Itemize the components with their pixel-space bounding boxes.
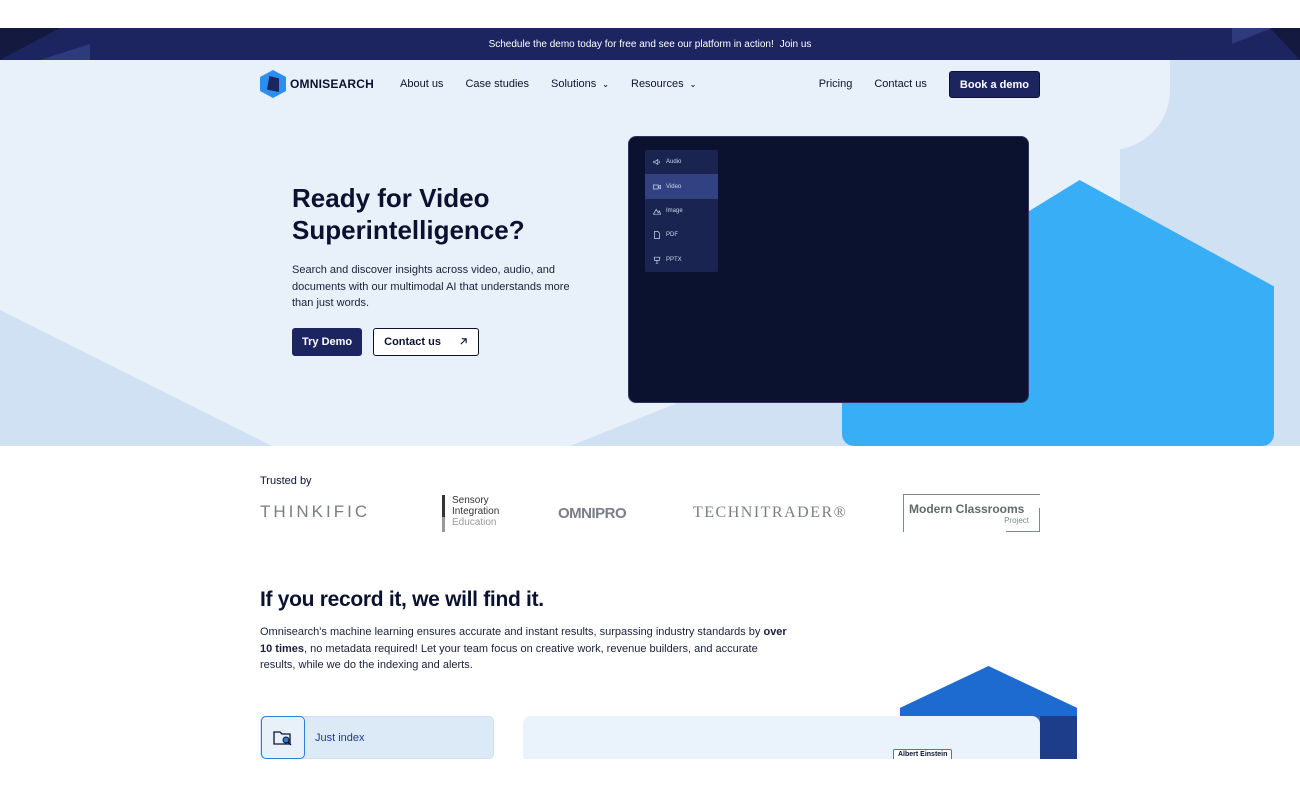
image-icon xyxy=(653,207,661,215)
sensory-integration-logo: Sensory Integration Education xyxy=(442,495,499,532)
section-body: Omnisearch's machine learning ensures ac… xyxy=(260,626,787,671)
chevron-down-icon: ⌄ xyxy=(602,79,609,89)
presentation-icon xyxy=(653,256,661,264)
nav-about-us[interactable]: About us xyxy=(400,78,443,90)
hero-title: Ready for Video Superintelligence? xyxy=(292,183,525,245)
menu-item-image[interactable]: Image xyxy=(645,199,718,223)
feature-preview-panel xyxy=(523,716,1040,759)
bottom-whitespace xyxy=(0,759,1300,788)
trusted-by-label: Trusted by xyxy=(260,475,312,487)
omnipro-logo: OMNIPRO xyxy=(558,505,627,522)
try-demo-button[interactable]: Try Demo xyxy=(292,327,363,356)
nav-case-studies[interactable]: Case studies xyxy=(465,78,529,90)
top-whitespace xyxy=(0,0,1300,28)
contact-us-button[interactable]: Contact us xyxy=(373,327,479,356)
media-type-menu: Audio Video Image PDF PPTX xyxy=(645,150,718,272)
announcement-text: Schedule the demo today for free and see… xyxy=(488,38,774,50)
book-demo-button[interactable]: Book a demo xyxy=(948,70,1040,98)
logo-text: OMNISEARCH xyxy=(290,77,375,91)
hero-content: Ready for Video Superintelligence? Searc… xyxy=(292,182,582,356)
decor-shape xyxy=(40,44,90,60)
arrow-up-right-icon xyxy=(460,338,467,345)
nav-pricing[interactable]: Pricing xyxy=(819,78,853,90)
omnisearch-logo-icon xyxy=(260,70,286,98)
technitrader-logo: TECHNITRADER® xyxy=(693,504,848,521)
speaker-icon xyxy=(653,158,661,166)
nav-resources[interactable]: Resources ⌄ xyxy=(631,78,696,90)
menu-item-video[interactable]: Video xyxy=(645,174,718,199)
hero-section: OMNISEARCH About us Case studies Solutio… xyxy=(0,60,1300,446)
file-icon xyxy=(653,231,661,240)
decor-shape xyxy=(1232,28,1272,44)
announcement-bar: Schedule the demo today for free and see… xyxy=(0,28,1300,60)
join-us-link[interactable]: Join us xyxy=(780,39,812,50)
video-camera-icon xyxy=(653,183,661,191)
nav-contact-us[interactable]: Contact us xyxy=(874,78,927,90)
demo-window: Audio Video Image PDF PPTX xyxy=(628,136,1029,403)
nav-solutions[interactable]: Solutions ⌄ xyxy=(551,78,609,90)
menu-item-pdf[interactable]: PDF xyxy=(645,223,718,247)
menu-item-audio[interactable]: Audio xyxy=(645,150,718,174)
main-nav: OMNISEARCH About us Case studies Solutio… xyxy=(260,68,1040,100)
tab-label: Just index xyxy=(315,731,365,744)
tab-just-index[interactable]: Just index xyxy=(260,716,494,759)
decor-shape xyxy=(0,300,280,446)
section-title: If you record it, we will find it. xyxy=(260,588,544,611)
menu-item-pptx[interactable]: PPTX xyxy=(645,248,718,272)
client-logos: THINKIFIC Sensory Integration Education … xyxy=(260,492,1040,534)
hero-subtitle: Search and discover insights across vide… xyxy=(292,264,570,309)
decor-shape xyxy=(1270,28,1300,60)
logo[interactable]: OMNISEARCH xyxy=(260,70,374,98)
thinkific-logo: THINKIFIC xyxy=(260,502,371,521)
modern-classrooms-logo: Modern Classrooms Project xyxy=(903,494,1040,532)
decor-shape xyxy=(1040,716,1077,759)
folder-search-icon xyxy=(261,716,305,759)
chevron-down-icon: ⌄ xyxy=(689,79,697,89)
